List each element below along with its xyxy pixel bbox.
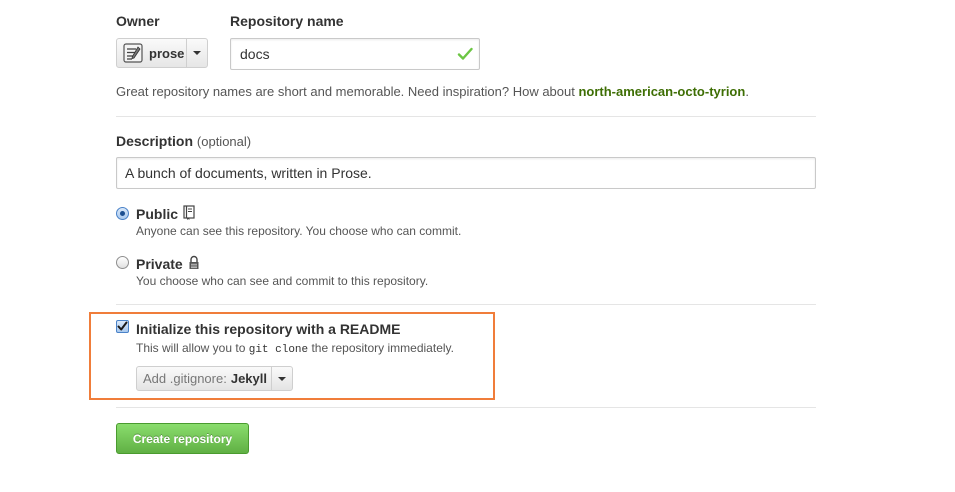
- prose-logo-icon: [122, 42, 144, 64]
- public-option-title[interactable]: Public: [136, 205, 195, 223]
- description-label-text: Description: [116, 133, 194, 149]
- create-repository-button[interactable]: Create repository: [116, 423, 249, 454]
- repository-name-hint: Great repository names are short and mem…: [116, 84, 749, 99]
- caret-down-icon: [278, 376, 286, 381]
- description-field[interactable]: [116, 157, 816, 189]
- hint-text: Great repository names are short and mem…: [116, 84, 579, 99]
- init-readme-description: This will allow you to git clone the rep…: [136, 341, 454, 356]
- git-clone-code: git clone: [248, 344, 309, 356]
- divider: [116, 407, 816, 408]
- public-radio[interactable]: [116, 207, 129, 220]
- new-repository-form: Owner prose Repository name Great: [0, 0, 955, 492]
- divider: [116, 116, 816, 117]
- private-label: Private: [136, 256, 183, 272]
- gitignore-dropdown-toggle[interactable]: [271, 367, 292, 390]
- private-description: You choose who can see and commit to thi…: [136, 274, 429, 288]
- repository-name-label: Repository name: [230, 13, 344, 29]
- init-readme-desc-after: the repository immediately.: [308, 341, 454, 355]
- description-label: Description (optional): [116, 133, 251, 149]
- divider: [116, 304, 816, 305]
- description-optional-note: (optional): [196, 134, 252, 149]
- gitignore-prefix: Add .gitignore:: [143, 371, 227, 386]
- owner-dropdown-toggle[interactable]: [186, 39, 207, 67]
- owner-select[interactable]: prose: [116, 38, 208, 68]
- repo-book-icon: [183, 205, 195, 223]
- public-label: Public: [136, 206, 179, 222]
- gitignore-value: Jekyll: [230, 371, 267, 386]
- gitignore-select[interactable]: Add .gitignore: Jekyll: [136, 366, 293, 391]
- public-description: Anyone can see this repository. You choo…: [136, 224, 462, 238]
- caret-down-icon: [193, 51, 201, 55]
- owner-name: prose: [149, 45, 185, 61]
- name-suggestion-link[interactable]: north-american-octo-tyrion: [578, 84, 745, 99]
- hint-suffix: .: [745, 84, 749, 99]
- lock-icon: [188, 255, 200, 273]
- private-radio[interactable]: [116, 256, 129, 269]
- repository-name-input[interactable]: [240, 46, 440, 62]
- init-readme-checkbox[interactable]: [116, 320, 129, 333]
- description-input[interactable]: [125, 165, 805, 181]
- private-option-title[interactable]: Private: [136, 255, 200, 273]
- owner-label: Owner: [116, 13, 160, 29]
- repository-name-field[interactable]: [230, 38, 480, 70]
- checkmark-icon: [117, 321, 128, 331]
- init-readme-label[interactable]: Initialize this repository with a README: [136, 321, 400, 337]
- checkmark-icon: [457, 46, 473, 67]
- init-readme-desc-before: This will allow you to: [136, 341, 249, 355]
